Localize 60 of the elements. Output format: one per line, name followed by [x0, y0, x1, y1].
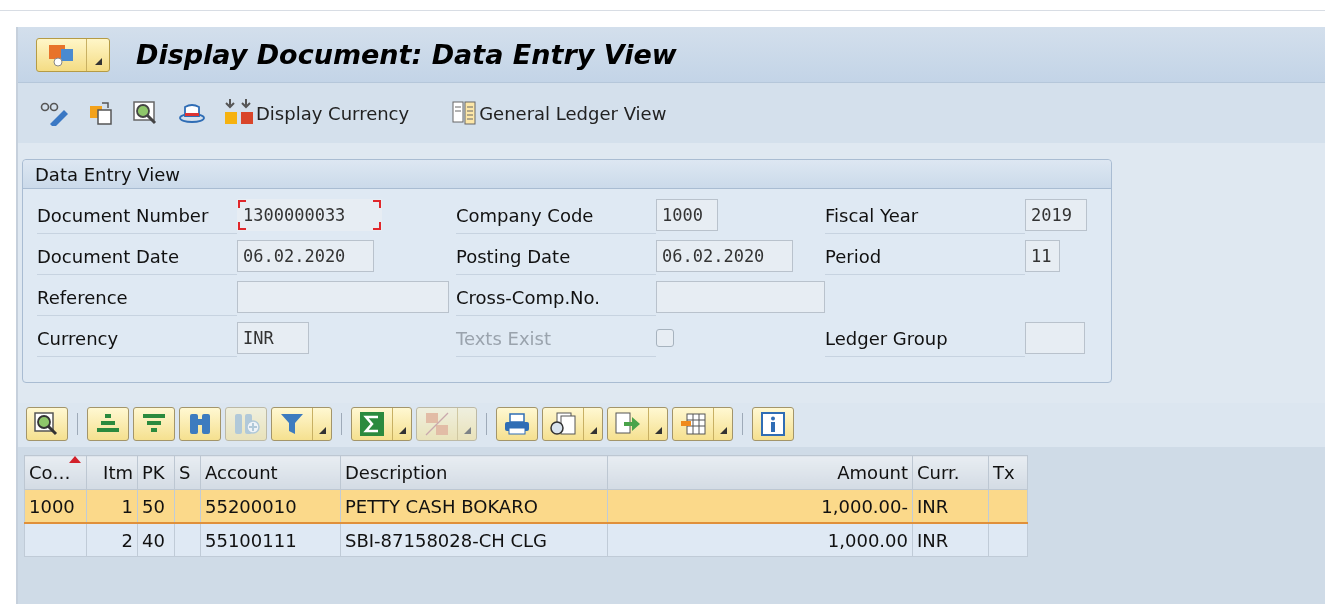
input-field[interactable]: 06.02.2020	[237, 240, 374, 272]
currency-arrows-icon	[224, 99, 254, 127]
dropdown-caret-icon	[463, 427, 471, 434]
input-field[interactable]: 06.02.2020	[656, 240, 793, 272]
field-label: Texts Exist	[456, 320, 656, 357]
table-cell: INR	[912, 489, 989, 523]
toolbar-button[interactable]: Display Currency	[220, 99, 414, 127]
input-field[interactable]: 2019	[1025, 199, 1087, 231]
column-header[interactable]: Co…	[24, 455, 87, 490]
input-field[interactable]	[1025, 322, 1085, 354]
menu-button[interactable]	[36, 37, 110, 72]
group-title: Data Entry View	[23, 160, 1111, 189]
layout-icon	[679, 412, 707, 436]
window-title: Display Document: Data Entry View	[136, 39, 677, 70]
input-field[interactable]	[656, 281, 825, 313]
table-cell: 55200010	[200, 489, 341, 523]
dropdown-caret-icon	[589, 427, 597, 434]
glasses-pencil-icon	[40, 100, 70, 126]
info-icon	[760, 411, 786, 437]
copy-icon	[88, 100, 114, 126]
table-cell: 1000	[24, 489, 87, 523]
column-header[interactable]: Description	[340, 455, 608, 490]
print-icon	[503, 412, 531, 436]
grid-toolbar-button[interactable]	[542, 407, 603, 441]
table-cell: 55100111	[200, 523, 341, 557]
column-header[interactable]: Account	[200, 455, 341, 490]
column-header[interactable]: Itm	[86, 455, 138, 490]
dropdown-caret-icon	[318, 427, 326, 434]
table-cell: 2	[86, 523, 138, 557]
sigma-icon	[359, 411, 385, 437]
table-cell: 1,000.00-	[607, 489, 913, 523]
caret-icon	[94, 57, 102, 65]
input-field[interactable]: INR	[237, 322, 309, 354]
input-field[interactable]: 1300000033	[237, 199, 382, 231]
column-header[interactable]: Tx	[988, 455, 1028, 490]
grid-toolbar-button[interactable]	[26, 407, 68, 441]
filter-icon	[279, 411, 305, 437]
column-header[interactable]: Amount	[607, 455, 913, 490]
binoculars-plus-icon	[232, 411, 260, 437]
dropdown-caret-icon	[719, 427, 727, 434]
column-header[interactable]: S	[174, 455, 201, 490]
subtotal-icon	[424, 411, 450, 437]
table-cell: PETTY CASH BOKARO	[340, 489, 608, 523]
hat-icon	[178, 102, 206, 124]
input-field[interactable]: 11	[1025, 240, 1060, 272]
input-field[interactable]: 1000	[656, 199, 718, 231]
dropdown-caret-icon	[654, 427, 662, 434]
table-cell: INR	[912, 523, 989, 557]
table-cell: SBI-87158028-CH CLG	[340, 523, 608, 557]
views-icon	[549, 411, 577, 437]
column-header[interactable]: PK	[137, 455, 175, 490]
table-cell: 1	[86, 489, 138, 523]
export-icon	[614, 411, 642, 437]
table-cell: 1,000.00	[607, 523, 913, 557]
toolbar-button[interactable]: General Ledger View	[447, 100, 671, 126]
binoculars-icon	[187, 411, 213, 437]
ledger-icon	[451, 100, 478, 126]
dropdown-caret-icon	[398, 427, 406, 434]
input-field[interactable]	[237, 281, 449, 313]
column-header[interactable]: Curr.	[912, 455, 989, 490]
